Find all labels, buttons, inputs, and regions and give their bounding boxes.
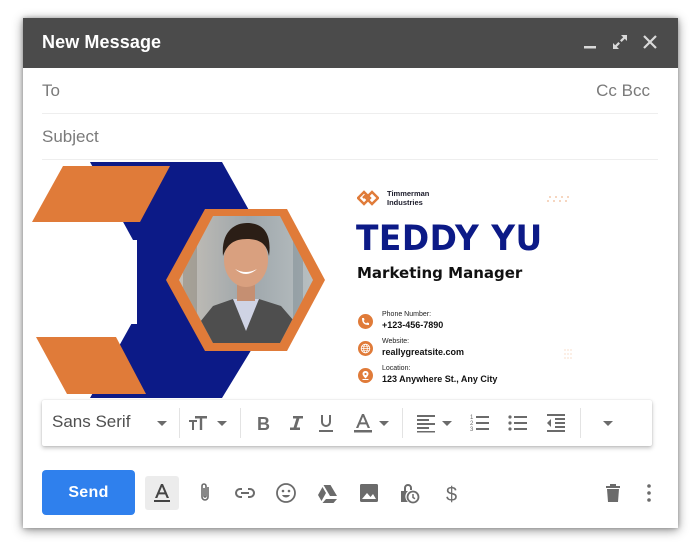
- link-icon: [235, 488, 255, 498]
- expand-button[interactable]: [608, 30, 632, 54]
- svg-text:B: B: [257, 414, 270, 434]
- send-money-button[interactable]: $: [439, 480, 465, 506]
- divider: [402, 408, 403, 438]
- chevron-down-icon: [442, 421, 452, 426]
- signature-details: Timmerman Industries TEDDY YU Marketing …: [353, 161, 653, 398]
- numbered-list-button[interactable]: 1 2 3: [468, 411, 492, 435]
- white-cutout: [113, 240, 137, 324]
- trash-icon: [606, 484, 620, 502]
- insert-photo-button[interactable]: [356, 480, 382, 506]
- svg-text:3: 3: [470, 427, 474, 433]
- chevron-down-icon: [379, 421, 389, 426]
- expand-icon: [613, 35, 627, 49]
- signature-graphic: [32, 162, 325, 398]
- close-icon: [643, 35, 657, 49]
- text-format-icon: [154, 484, 170, 502]
- bold-button[interactable]: B: [252, 411, 276, 435]
- chevron-down-icon: [157, 421, 167, 426]
- insert-link-button[interactable]: [232, 480, 258, 506]
- lock-clock-icon: [401, 484, 420, 504]
- company-logo-icon: [357, 190, 379, 206]
- send-button[interactable]: Send: [42, 470, 135, 515]
- font-size-dropdown[interactable]: [210, 411, 234, 435]
- signature-role: Marketing Manager: [357, 264, 523, 282]
- to-field[interactable]: To Cc Bcc: [42, 68, 658, 114]
- divider: [179, 408, 180, 438]
- cc-bcc-link[interactable]: Cc Bcc: [596, 81, 650, 101]
- contact-website: Website: reallygreatsite.com: [358, 338, 618, 364]
- minimize-button[interactable]: [579, 30, 603, 54]
- location-pin-icon: [358, 368, 373, 383]
- subject-field[interactable]: Subject: [42, 114, 658, 160]
- underline-button[interactable]: [314, 411, 338, 435]
- minimize-icon: [584, 46, 596, 49]
- confidential-mode-button[interactable]: [396, 480, 422, 506]
- divider: [580, 408, 581, 438]
- chevron-down-icon: [603, 421, 613, 426]
- photo-icon: [360, 484, 378, 502]
- numbered-list-icon: 1 2 3: [470, 415, 489, 433]
- more-formatting-button[interactable]: [596, 411, 620, 435]
- subject-label: Subject: [42, 127, 99, 146]
- dollar-icon: $: [446, 484, 457, 506]
- signature-name: TEDDY YU: [356, 219, 543, 259]
- email-signature: Timmerman Industries TEDDY YU Marketing …: [23, 161, 678, 398]
- title-bar[interactable]: New Message: [23, 18, 678, 68]
- more-options-button[interactable]: [636, 480, 662, 506]
- divider: [240, 408, 241, 438]
- formatting-options-button[interactable]: [145, 476, 179, 510]
- drive-icon: [318, 485, 337, 503]
- to-label: To: [42, 81, 60, 100]
- svg-text:$: $: [446, 484, 457, 506]
- bulleted-list-icon: [508, 415, 527, 431]
- decorative-dots: [547, 196, 569, 202]
- underline-icon: [319, 415, 333, 432]
- globe-icon: [358, 341, 373, 356]
- window-title: New Message: [42, 32, 162, 52]
- insert-emoji-button[interactable]: [273, 480, 299, 506]
- chevron-down-icon: [217, 421, 227, 426]
- close-button[interactable]: [638, 30, 662, 54]
- paperclip-icon: [201, 483, 209, 501]
- font-family-dropdown[interactable]: [150, 411, 174, 435]
- phone-icon: [358, 314, 373, 329]
- attach-files-button[interactable]: [192, 480, 218, 506]
- company-name: Timmerman Industries: [387, 189, 430, 207]
- font-family-select[interactable]: Sans Serif: [52, 412, 130, 432]
- compose-window: New Message To Cc Bcc Subject Timmerman …: [23, 18, 678, 528]
- indent-less-icon: [547, 414, 565, 432]
- insert-drive-button[interactable]: [314, 480, 340, 506]
- italic-icon: [290, 416, 303, 430]
- more-vert-icon: [647, 484, 651, 502]
- align-dropdown[interactable]: [435, 411, 459, 435]
- text-color-dropdown[interactable]: [372, 411, 396, 435]
- formatting-toolbar: Sans Serif B 1 2 3: [42, 400, 652, 446]
- bulleted-list-button[interactable]: [506, 411, 530, 435]
- italic-button[interactable]: [284, 411, 308, 435]
- contact-location: Location: 123 Anywhere St., Any City: [358, 365, 618, 391]
- contact-phone: Phone Number: +123-456-7890: [358, 311, 618, 337]
- font-size-icon: [189, 416, 207, 430]
- font-size-button[interactable]: [186, 411, 210, 435]
- discard-draft-button[interactable]: [600, 480, 626, 506]
- emoji-icon: [276, 483, 296, 503]
- bold-icon: B: [257, 414, 270, 434]
- indent-less-button[interactable]: [544, 411, 568, 435]
